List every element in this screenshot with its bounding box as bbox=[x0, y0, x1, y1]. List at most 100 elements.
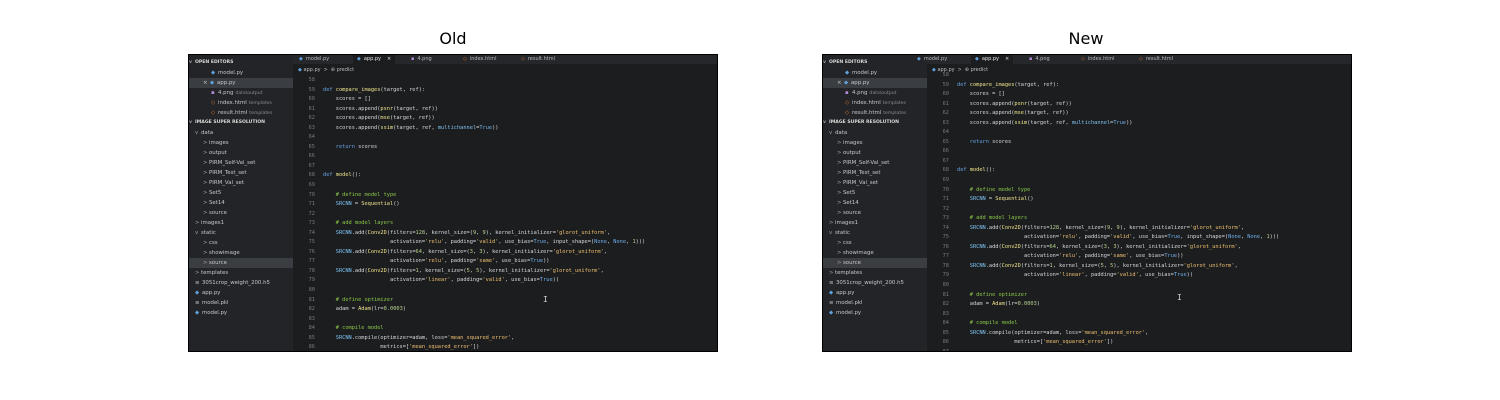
code-token: SRCNN bbox=[969, 329, 986, 336]
close-icon[interactable]: × bbox=[203, 78, 210, 88]
tree-item[interactable]: >showimage bbox=[823, 248, 927, 258]
open-editor-item[interactable]: ◇ index.html templates bbox=[823, 98, 927, 108]
tree-item[interactable]: v data bbox=[189, 128, 293, 138]
close-icon[interactable]: × bbox=[837, 78, 844, 88]
code-token: 'valid' bbox=[1110, 234, 1133, 241]
line-number: 59 bbox=[308, 86, 315, 93]
open-editors-header[interactable]: v OPEN EDITORS bbox=[189, 58, 293, 68]
tree-item[interactable]: >PIRM_Val_set bbox=[823, 178, 927, 188]
tree-item[interactable]: ≡ model.pkl bbox=[823, 298, 927, 308]
editor-tab[interactable]: ◆ model.py bbox=[295, 55, 333, 64]
project-header[interactable]: v IMAGE SUPER RESOLUTION bbox=[189, 118, 293, 128]
code-token: metrics=[ bbox=[323, 344, 410, 351]
code-token: , kernel_size=( bbox=[1055, 243, 1104, 250]
editor-tab[interactable]: ◇ result.html bbox=[1135, 55, 1177, 64]
line-number: 64 bbox=[942, 129, 949, 136]
code-token: activation= bbox=[957, 234, 1060, 241]
tree-item[interactable]: ◆ model.py bbox=[823, 308, 927, 318]
tree-item[interactable]: ◆ app.py bbox=[189, 288, 293, 298]
tree-item[interactable]: >output bbox=[189, 148, 293, 158]
open-editor-path: data\output bbox=[235, 91, 263, 96]
code-editor[interactable]: 58 59 def compare_images(target, ref): 60 s… bbox=[293, 76, 717, 351]
open-editor-item[interactable]: ◇ result.html templates bbox=[189, 108, 293, 118]
tree-item[interactable]: >source bbox=[189, 258, 293, 268]
open-editor-item[interactable]: × ◆ app.py bbox=[823, 78, 927, 88]
editor-tab[interactable]: ▪ 4.png bbox=[1025, 55, 1054, 64]
open-editor-label: model.py bbox=[218, 70, 244, 76]
editor-tab[interactable]: ◇ index.html bbox=[459, 55, 501, 64]
tree-item[interactable]: >PIRM_Test_set bbox=[823, 168, 927, 178]
tree-item[interactable]: >PIRM_Val_set bbox=[189, 178, 293, 188]
open-editors-header[interactable]: v OPEN EDITORS bbox=[823, 58, 927, 68]
open-editor-item[interactable]: ◇ result.html templates bbox=[823, 108, 927, 118]
breadcrumb-file[interactable]: app.py bbox=[303, 67, 320, 73]
open-editor-item[interactable]: ◆ model.py bbox=[823, 68, 927, 78]
tree-item[interactable]: ◆ model.py bbox=[189, 308, 293, 318]
tree-item[interactable]: ≡ 3051crop_weight_200.h5 bbox=[823, 278, 927, 288]
open-editor-item[interactable]: ◆ model.py bbox=[189, 68, 293, 78]
tree-item[interactable]: >images bbox=[823, 138, 927, 148]
tree-item[interactable]: >showimage bbox=[189, 248, 293, 258]
close-icon[interactable]: × bbox=[1005, 56, 1009, 62]
tree-item-label: templates bbox=[201, 270, 229, 276]
tree-item[interactable]: >Set5 bbox=[189, 188, 293, 198]
code-line: 65 return scores bbox=[293, 143, 717, 153]
tree-item[interactable]: >source bbox=[823, 208, 927, 218]
tree-item[interactable]: >Set5 bbox=[823, 188, 927, 198]
code-token: , use_bias= bbox=[1138, 272, 1174, 279]
code-token: , bbox=[511, 334, 515, 341]
tree-item[interactable]: >templates bbox=[189, 268, 293, 278]
code-token: (filters= bbox=[1020, 262, 1050, 269]
project-header[interactable]: v IMAGE SUPER RESOLUTION bbox=[823, 118, 927, 128]
tree-item[interactable]: v static bbox=[189, 228, 293, 238]
tree-item[interactable]: >source bbox=[189, 208, 293, 218]
tree-item[interactable]: >PIRM_Test_set bbox=[189, 168, 293, 178]
open-editor-item[interactable]: ▪ 4.png data\output bbox=[189, 88, 293, 98]
editor-tab[interactable]: ◇ result.html bbox=[517, 55, 559, 64]
code-token: scores = [] bbox=[957, 91, 1005, 98]
open-editor-item[interactable]: ◇ index.html templates bbox=[189, 98, 293, 108]
editor-tab[interactable]: ▪ 4.png bbox=[407, 55, 436, 64]
code-line: 62 scores.append(mse(target, ref)) bbox=[293, 114, 717, 124]
python-file-icon: ◆ bbox=[195, 310, 200, 316]
code-editor[interactable]: 58 59 def compare_images(target, ref): 60 s… bbox=[927, 71, 1351, 351]
code-token: .add( bbox=[351, 267, 368, 274]
tree-item[interactable]: ≡ 3051crop_weight_200.h5 bbox=[189, 278, 293, 288]
tree-item[interactable]: >source bbox=[823, 258, 927, 268]
code-token: (filters= bbox=[1020, 224, 1050, 231]
editor-tab[interactable]: ◇ index.html bbox=[1077, 55, 1119, 64]
tree-item[interactable]: >PIRM_Self-Val_set bbox=[189, 158, 293, 168]
image-file-icon: ▪ bbox=[845, 90, 849, 96]
tree-item[interactable]: >Set14 bbox=[189, 198, 293, 208]
tree-item[interactable]: >Set14 bbox=[823, 198, 927, 208]
editor-tab[interactable]: ◆ app.py × bbox=[971, 55, 1014, 64]
open-editor-item[interactable]: × ◆ app.py bbox=[189, 78, 293, 88]
code-token: .add( bbox=[351, 229, 368, 236]
code-token: 'relu' bbox=[1059, 234, 1079, 241]
code-line: 62 scores.append(mse(target, ref)) bbox=[927, 109, 1351, 119]
editor-tab[interactable]: ◆ app.py × bbox=[353, 55, 396, 64]
tree-item[interactable]: >PIRM_Self-Val_set bbox=[823, 158, 927, 168]
tree-item[interactable]: >images bbox=[189, 138, 293, 148]
tree-item[interactable]: v data bbox=[823, 128, 927, 138]
tree-item[interactable]: v static bbox=[823, 228, 927, 238]
tab-label: 4.png bbox=[417, 56, 432, 62]
tree-item[interactable]: ≡ model.pkl bbox=[189, 298, 293, 308]
close-icon[interactable]: × bbox=[387, 56, 391, 62]
code-line: 78 SRCNN.add(Conv2D(filters=1, kernel_si… bbox=[927, 262, 1351, 272]
code-token: , kernel_size=( bbox=[1052, 262, 1101, 269]
open-editor-item[interactable]: ▪ 4.png data\output bbox=[823, 88, 927, 98]
code-token: .compile(optimizer=adam, loss= bbox=[351, 334, 448, 341]
breadcrumb-symbol[interactable]: predict bbox=[337, 67, 354, 73]
tree-item[interactable]: >images1 bbox=[823, 218, 927, 228]
tree-item[interactable]: >output bbox=[823, 148, 927, 158]
tree-item[interactable]: >templates bbox=[823, 268, 927, 278]
code-token: adam = bbox=[323, 306, 359, 313]
tree-item[interactable]: ◆ app.py bbox=[823, 288, 927, 298]
code-token: SRCNN bbox=[335, 334, 352, 341]
tree-item[interactable]: >css bbox=[189, 238, 293, 248]
editor-tab[interactable]: ◆ model.py bbox=[913, 55, 951, 64]
tree-item[interactable]: >css bbox=[823, 238, 927, 248]
tree-item[interactable]: >images1 bbox=[189, 218, 293, 228]
